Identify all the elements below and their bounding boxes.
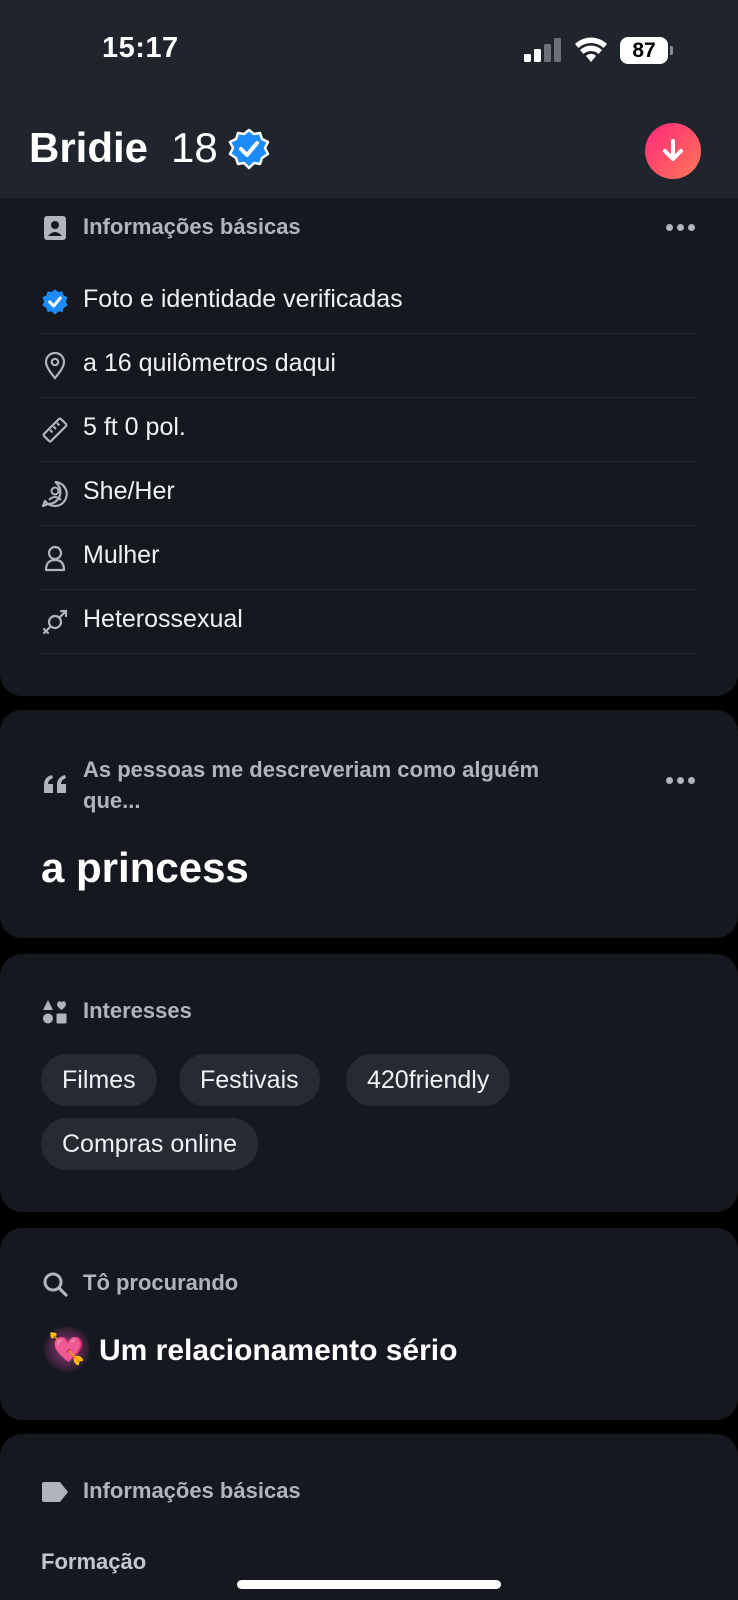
quote-icon: [41, 770, 69, 798]
basic-info-more-button[interactable]: [666, 224, 695, 231]
info-row-text: Foto e identidade verificadas: [83, 285, 403, 313]
interest-chip: Festivais: [179, 1054, 320, 1106]
interest-chip: 420friendly: [346, 1054, 511, 1106]
prompt-card: [0, 710, 738, 938]
battery-level: 87: [620, 37, 668, 64]
info-row-text: 5 ft 0 pol.: [83, 413, 186, 441]
basic-info-title: Informações básicas: [83, 214, 301, 239]
ruler-icon: [41, 416, 69, 444]
gender-symbol-icon: [41, 608, 69, 636]
education-subhead: Formação: [41, 1549, 147, 1574]
info-row-text: Heterossexual: [83, 605, 243, 633]
info-row-text: a 16 quilômetros daqui: [83, 349, 336, 377]
info-row-orientation: Heterossexual: [41, 590, 697, 654]
arrow-down-icon: [663, 139, 683, 161]
basic-info-2-card: [0, 1434, 738, 1600]
search-icon: [41, 1270, 69, 1298]
pronoun-icon: [41, 480, 69, 508]
interests-title: Interesses: [83, 998, 192, 1023]
heart-arrow-emoji-glyph: 💘: [48, 1332, 86, 1366]
collapse-profile-button[interactable]: [645, 123, 701, 179]
heart-arrow-emoji: 💘: [44, 1326, 90, 1372]
more-dots-icon: [666, 777, 695, 784]
person-icon: [41, 544, 69, 572]
prompt-answer: a princess: [41, 844, 249, 891]
tag-icon: [41, 1478, 69, 1506]
more-dots-icon: [666, 224, 695, 231]
profile-name: Bridie: [29, 124, 149, 171]
wifi-icon: [575, 37, 607, 62]
info-row-height: 5 ft 0 pol.: [41, 398, 697, 462]
interests-shapes-icon: [41, 998, 69, 1026]
location-pin-icon: [41, 352, 69, 380]
info-row-pronouns: She/Her: [41, 462, 697, 526]
prompt-question: As pessoas me descreveriam como alguém q…: [83, 757, 540, 813]
info-row-text: Mulher: [83, 541, 160, 569]
profile-age: 18: [171, 124, 218, 171]
cellular-signal-icon: [524, 38, 561, 62]
id-card-icon: [41, 214, 69, 242]
status-time: 15:17: [102, 32, 179, 64]
top-header: 15:17 87 Bridie 18: [0, 0, 738, 198]
looking-for-card: [0, 1228, 738, 1420]
verified-badge-icon[interactable]: [228, 128, 270, 170]
basic-info-2-title: Informações básicas: [83, 1478, 301, 1503]
verified-check-icon: [41, 288, 69, 316]
battery-tip: [670, 46, 673, 55]
info-row-text: She/Her: [83, 477, 175, 505]
looking-for-title: Tô procurando: [83, 1270, 239, 1295]
info-row-gender: Mulher: [41, 526, 697, 590]
info-row-verified: Foto e identidade verificadas: [41, 270, 697, 334]
looking-for-value: Um relacionamento sério: [99, 1334, 458, 1367]
info-row-distance: a 16 quilômetros daqui: [41, 334, 697, 398]
interest-chip: Filmes: [41, 1054, 157, 1106]
home-indicator[interactable]: [237, 1580, 501, 1589]
prompt-more-button[interactable]: [666, 777, 695, 784]
interest-chip: Compras online: [41, 1118, 259, 1170]
battery-indicator: 87: [620, 37, 673, 64]
